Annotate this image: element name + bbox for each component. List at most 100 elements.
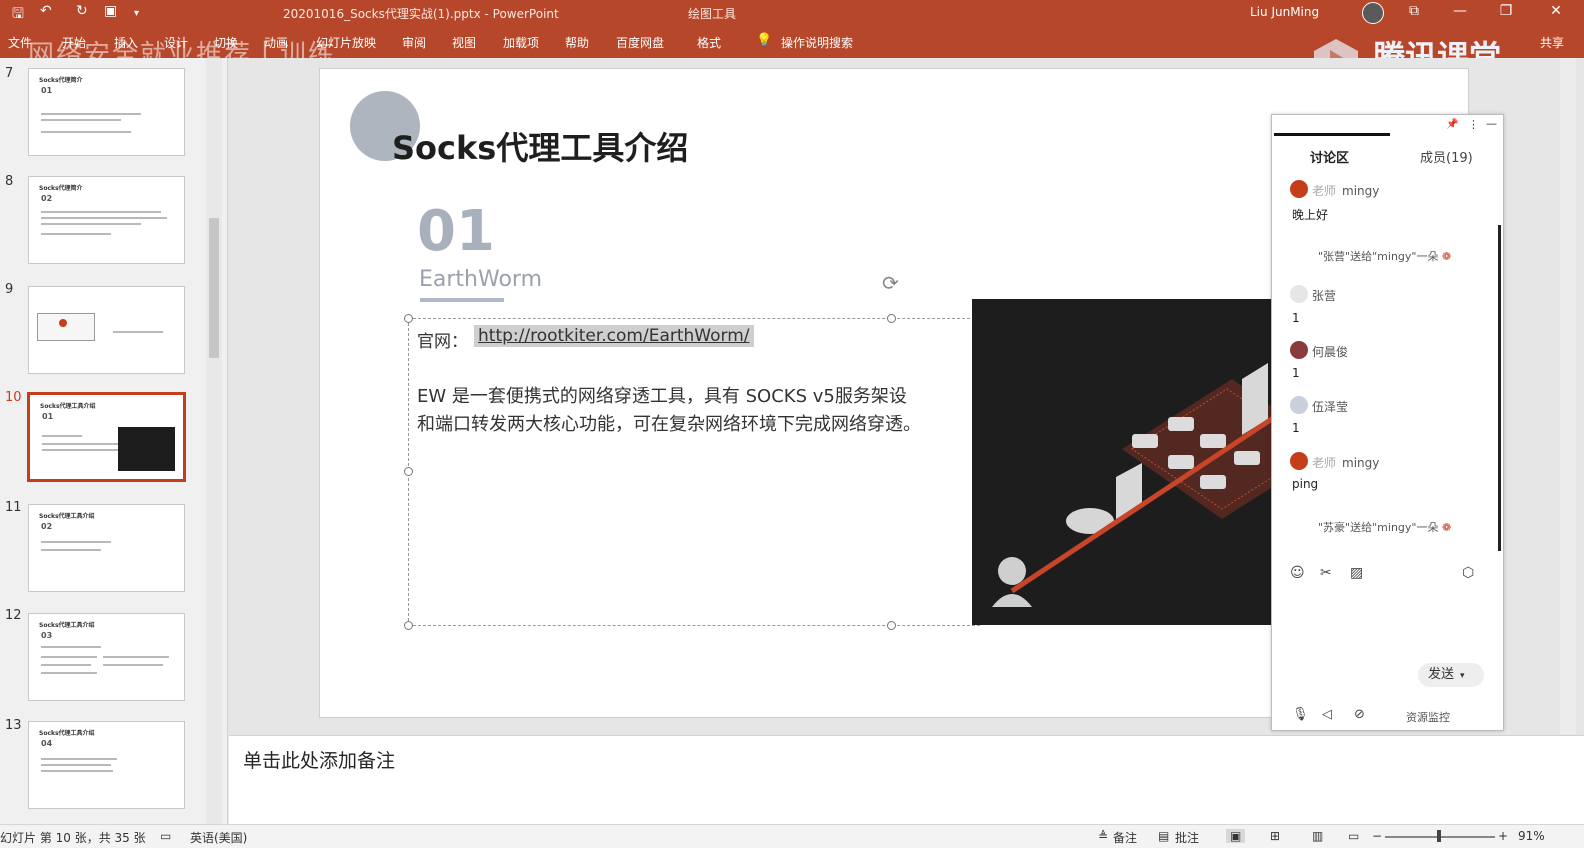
resize-handle[interactable] [404,314,413,323]
tab-discussion[interactable]: 讨论区 [1310,147,1349,166]
thumb-number: 12 [5,608,22,623]
thumb-section-number: 01 [42,412,54,421]
avatar [1290,341,1308,359]
thumbnails-scrollbar[interactable] [206,58,222,824]
gift-notice: "苏豪"送给"mingy"一朵 ❁ [1318,521,1452,534]
scissors-icon[interactable]: ✂ [1320,565,1332,581]
more-options-icon[interactable]: ⋮ [1468,118,1479,131]
chat-scrollbar[interactable] [1498,225,1501,551]
thumb-section-number: 04 [41,739,53,748]
thumb-text-line [41,672,97,674]
ribbon-display-options-icon[interactable]: ⧉ [1404,3,1424,19]
resize-handle[interactable] [887,621,896,630]
tab-help[interactable]: 帮助 [565,34,589,51]
slide-thumbnail-7[interactable]: Socks代理简介 01 [28,68,185,156]
tab-format[interactable]: 格式 [697,34,721,51]
save-icon[interactable]: 🖫 [12,3,24,27]
slide-body-text[interactable]: EW 是一套便携式的网络穿透工具，具有 SOCKS v5服务架设 和端口转发两大… [417,383,921,439]
thumbnails-scroll-handle[interactable] [209,218,219,358]
resource-monitor-link[interactable]: 资源监控 [1406,709,1450,725]
zoom-out-icon[interactable]: − [1372,829,1382,843]
thumb-text-line [42,443,118,445]
reading-view-icon[interactable]: ▥ [1312,829,1323,843]
spellcheck-icon[interactable]: ▭ [160,829,171,843]
status-bar: 幻灯片 第 10 张，共 35 张 ▭ 英语(美国) ≜ 备注 ▤ 批注 ▣ ⊞… [0,824,1584,848]
notes-toggle-button[interactable]: 备注 [1113,829,1137,846]
image-icon[interactable]: ▨ [1350,565,1363,581]
comments-button[interactable]: 批注 [1175,829,1199,846]
message-text: 1 [1292,366,1300,380]
avatar [1290,452,1308,470]
user-name[interactable]: Liu JunMing [1250,5,1319,19]
thumb-text-line [41,131,131,133]
normal-view-icon[interactable]: ▣ [1226,829,1246,843]
slide-thumbnails-pane: 7 Socks代理简介 01 8 Socks代理简介 02 9 10 Socks… [0,58,228,824]
slide-thumbnail-9[interactable] [28,286,185,374]
website-link[interactable]: http://rootkiter.com/EarthWorm/ [474,325,754,347]
message-sender: 张营 [1312,289,1337,303]
thumb-text-line [41,764,111,766]
tell-me-search[interactable]: 操作说明搜索 [781,34,853,51]
notes-toggle-icon[interactable]: ≜ [1098,829,1108,843]
present-from-start-icon[interactable]: ▣ [104,3,117,19]
thumb-number: 10 [5,390,22,405]
thumb-text-line [41,113,141,115]
settings-icon[interactable]: ⬡ [1462,565,1474,581]
send-button[interactable]: 发送 ▾ [1418,663,1484,687]
slide-title[interactable]: Socks代理工具介绍 [392,123,688,169]
rotate-handle-icon[interactable]: ⟳ [882,271,899,295]
body-line: EW 是一套便携式的网络穿透工具，具有 SOCKS v5服务架设 [417,386,907,407]
section-number[interactable]: 01 [417,199,495,264]
slide-thumbnail-8[interactable]: Socks代理简介 02 [28,176,185,264]
body-line: 和端口转发两大核心功能，可在复杂网络环境下完成网络穿透。 [417,414,921,435]
tab-baidu-netdisk[interactable]: 百度网盘 [616,34,664,51]
comments-icon[interactable]: ▤ [1158,829,1169,843]
thumb-text-line [41,223,141,225]
selected-text-box[interactable] [408,318,980,626]
title-bar: 🖫 ↶ ↻ ▣ ▾ 20201016_Socks代理实战(1).pptx - P… [0,0,1584,28]
restore-icon[interactable]: ❐ [1496,3,1516,19]
thumb-section-number: 02 [41,194,53,203]
share-button[interactable]: 共享 [1540,34,1564,51]
slide-thumbnail-11[interactable]: Socks代理工具介绍 02 [28,504,185,592]
user-avatar[interactable] [1362,2,1384,24]
minimize-icon[interactable]: — [1450,3,1470,19]
undo-icon[interactable]: ↶ [40,3,52,19]
pin-icon[interactable]: 📌 [1446,119,1458,130]
minimize-chat-icon[interactable]: — [1486,117,1497,130]
tab-members[interactable]: 成员(19) [1420,147,1473,166]
language-indicator[interactable]: 英语(美国) [190,829,247,846]
speaker-icon[interactable]: ◁ [1322,707,1332,722]
zoom-level[interactable]: 91% [1518,829,1545,843]
microphone-icon[interactable]: 🎙 [1292,707,1309,722]
close-icon[interactable]: ✕ [1546,3,1566,19]
resize-handle[interactable] [887,314,896,323]
tab-review[interactable]: 审阅 [402,34,426,51]
zoom-slider-thumb[interactable] [1437,830,1441,842]
slide-thumbnail-12[interactable]: Socks代理工具介绍 03 [28,613,185,701]
powerpoint-window: 🖫 ↶ ↻ ▣ ▾ 20201016_Socks代理实战(1).pptx - P… [0,0,1584,848]
thumb-text-line [41,549,101,551]
slide-thumbnail-13[interactable]: Socks代理工具介绍 04 [28,721,185,809]
tab-view[interactable]: 视图 [452,34,476,51]
emoji-icon[interactable]: ☺ [1290,565,1305,581]
editor-scrollbar[interactable] [1560,58,1576,734]
slideshow-view-icon[interactable]: ▭ [1348,829,1359,843]
resize-handle[interactable] [404,621,413,630]
notes-placeholder[interactable]: 单击此处添加备注 [243,746,395,773]
gift-notice: "张营"送给"mingy"一朵 ❁ [1318,250,1452,263]
chevron-down-icon: ▾ [1460,671,1465,681]
zoom-in-icon[interactable]: + [1498,829,1508,843]
slide-thumbnail-10[interactable]: Socks代理工具介绍 01 [27,392,186,482]
section-subtitle[interactable]: EarthWorm [419,267,542,292]
slide-counter: 幻灯片 第 10 张，共 35 张 [0,831,146,845]
thumb-text-line [103,656,169,658]
resize-handle[interactable] [404,467,413,476]
slide-sorter-icon[interactable]: ⊞ [1270,829,1280,843]
notes-pane[interactable]: 单击此处添加备注 [229,735,1584,824]
redo-icon[interactable]: ↻ [76,3,88,19]
mute-icon[interactable]: ⊘ [1354,707,1365,722]
tab-addins[interactable]: 加载项 [503,34,539,51]
customize-quick-access-icon[interactable]: ▾ [134,8,139,19]
tencent-chat-panel: 📌 ⋮ — 讨论区 成员(19) 老师 mingy 晚上好 "张营"送给"ming… [1271,114,1504,731]
